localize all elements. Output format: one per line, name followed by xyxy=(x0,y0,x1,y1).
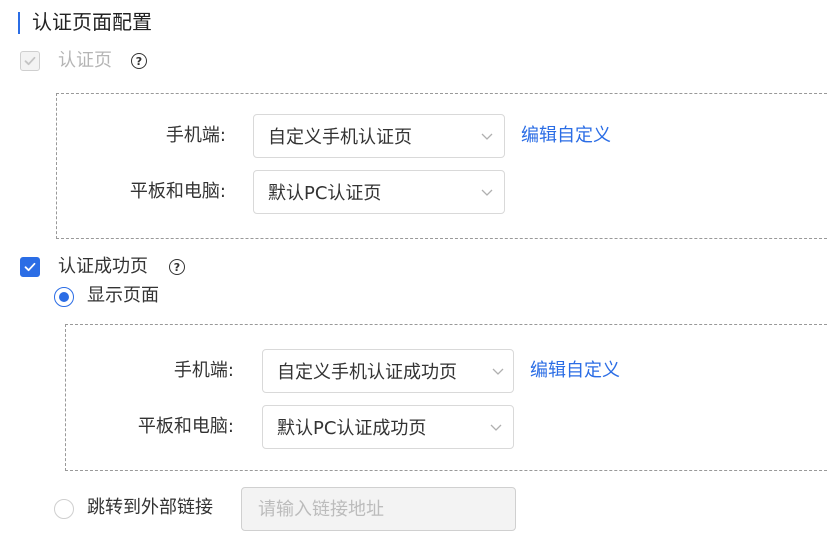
auth-success-desktop-select[interactable]: 默认PC认证成功页 xyxy=(262,405,514,449)
desktop-label: 平板和电脑: xyxy=(129,181,226,202)
auth-page-label: 认证页 xyxy=(58,50,112,71)
edit-custom-link[interactable]: 编辑自定义 xyxy=(521,114,611,158)
desktop-label: 平板和电脑: xyxy=(137,416,234,437)
redirect-label: 跳转到外部链接 xyxy=(87,497,213,518)
auth-page-checkbox[interactable] xyxy=(20,51,40,71)
chevron-down-icon xyxy=(481,133,493,140)
show-page-label: 显示页面 xyxy=(87,285,159,306)
select-value: 自定义手机认证页 xyxy=(268,127,412,148)
chevron-down-icon xyxy=(490,424,502,431)
check-icon xyxy=(24,262,36,272)
chevron-down-icon xyxy=(492,368,504,375)
section-title: 认证页面配置 xyxy=(32,10,152,34)
mobile-label: 手机端: xyxy=(173,360,234,381)
select-value: 自定义手机认证成功页 xyxy=(277,362,457,383)
select-value: 默认PC认证页 xyxy=(268,183,382,204)
auth-success-mobile-select[interactable]: 自定义手机认证成功页 xyxy=(262,349,514,393)
question-circle-icon[interactable]: ? xyxy=(169,259,185,275)
check-icon xyxy=(24,56,36,66)
mobile-label: 手机端: xyxy=(165,125,226,146)
auth-page-desktop-select[interactable]: 默认PC认证页 xyxy=(253,170,505,214)
redirect-radio[interactable] xyxy=(54,499,74,519)
auth-page-mobile-select[interactable]: 自定义手机认证页 xyxy=(253,114,505,158)
edit-custom-link[interactable]: 编辑自定义 xyxy=(530,349,620,393)
external-link-input[interactable] xyxy=(241,487,516,531)
auth-success-page-label: 认证成功页 xyxy=(58,256,148,277)
question-circle-icon[interactable]: ? xyxy=(131,53,147,69)
section-accent-bar xyxy=(18,12,20,34)
chevron-down-icon xyxy=(481,189,493,196)
select-value: 默认PC认证成功页 xyxy=(277,418,427,439)
auth-success-page-checkbox[interactable] xyxy=(20,257,40,277)
show-page-radio[interactable] xyxy=(54,287,74,307)
